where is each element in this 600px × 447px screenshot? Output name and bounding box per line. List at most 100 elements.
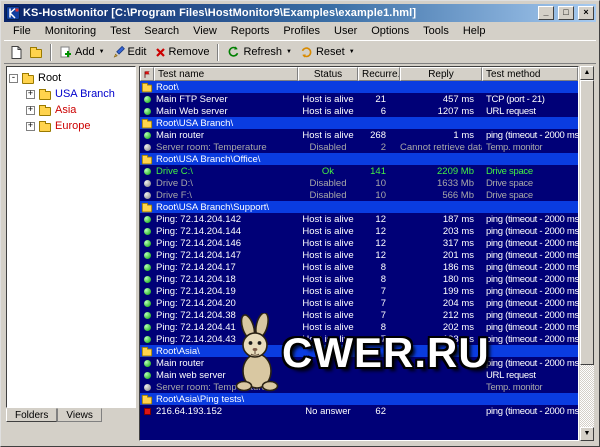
expand-icon[interactable]: + xyxy=(26,90,35,99)
add-button[interactable]: Add ▼ xyxy=(56,44,109,60)
recurrences-value: 7 xyxy=(358,334,400,345)
status-text: Host is alive xyxy=(298,298,358,309)
menu-item-tools[interactable]: Tools xyxy=(416,23,456,39)
new-file-button[interactable] xyxy=(7,44,26,61)
scrollbar-down-button[interactable]: ▼ xyxy=(580,427,594,441)
table-row[interactable]: Server room: TemperatureDisabled2Cannot … xyxy=(140,141,578,153)
add-dropdown-icon[interactable]: ▼ xyxy=(99,49,105,55)
edit-pencil-icon xyxy=(113,46,125,58)
tree-item-asia[interactable]: +Asia xyxy=(9,102,133,118)
refresh-button[interactable]: Refresh ▼ xyxy=(223,44,295,60)
table-row[interactable]: Main Web serverHost is alive61207 msURL … xyxy=(140,105,578,117)
expand-icon[interactable]: + xyxy=(26,106,35,115)
collapse-icon[interactable]: - xyxy=(9,74,18,83)
reset-dropdown-icon[interactable]: ▼ xyxy=(349,49,355,55)
column-header-test-name[interactable]: Test name xyxy=(154,67,298,81)
status-icon xyxy=(140,216,154,223)
tree-item-europe[interactable]: +Europe xyxy=(9,118,133,134)
table-row[interactable]: Drive C:\Ok1412209 MbDrive space xyxy=(140,165,578,177)
menu-item-profiles[interactable]: Profiles xyxy=(276,23,327,39)
edit-button[interactable]: Edit xyxy=(109,44,151,60)
table-row[interactable]: 216.64.193.152No answer62ping (timeout -… xyxy=(140,405,578,417)
menu-item-help[interactable]: Help xyxy=(456,23,493,39)
folder-row[interactable]: Root\ xyxy=(140,81,578,93)
menu-item-monitoring[interactable]: Monitoring xyxy=(38,23,103,39)
folder-row[interactable]: Root\Asia\Ping tests\ xyxy=(140,393,578,405)
table-row[interactable]: Server room: TemperatureTemp. monitor xyxy=(140,381,578,393)
folder-row[interactable]: Root\USA Branch\Support\ xyxy=(140,201,578,213)
folder-icon xyxy=(142,204,152,212)
test-method: Temp. monitor xyxy=(482,142,578,153)
refresh-dropdown-icon[interactable]: ▼ xyxy=(286,49,292,55)
table-row[interactable]: Ping: 72.14.204.142Host is alive12187 ms… xyxy=(140,213,578,225)
table-row[interactable]: Main FTP ServerHost is alive21457 msTCP … xyxy=(140,93,578,105)
table-row[interactable]: Ping: 72.14.204.146Host is alive12317 ms… xyxy=(140,237,578,249)
status-icon xyxy=(140,288,154,295)
flag-column-header[interactable] xyxy=(140,67,154,81)
table-row[interactable]: Ping: 72.14.204.43Host is alive7193 mspi… xyxy=(140,333,578,345)
status-text: Host is alive xyxy=(298,334,358,345)
remove-button[interactable]: Remove xyxy=(151,44,214,60)
table-row[interactable]: Ping: 72.14.204.19Host is alive7199 mspi… xyxy=(140,285,578,297)
tree-item-label: USA Branch xyxy=(55,88,115,100)
test-name: Ping: 72.14.204.43 xyxy=(154,334,298,345)
test-method: ping (timeout - 2000 ms) xyxy=(482,130,578,141)
menu-item-options[interactable]: Options xyxy=(364,23,416,39)
new-file-icon xyxy=(11,46,22,59)
window-title: KS-HostMonitor [C:\Program Files\HostMon… xyxy=(23,7,534,19)
folder-tree: -Root+USA Branch+Asia+Europe xyxy=(6,66,136,408)
table-row[interactable]: Main routerping (timeout - 2000 ms) xyxy=(140,357,578,369)
table-row[interactable]: Ping: 72.14.204.20Host is alive7204 mspi… xyxy=(140,297,578,309)
open-file-button[interactable] xyxy=(26,45,46,60)
table-row[interactable]: Drive D:\Disabled101633 MbDrive space xyxy=(140,177,578,189)
reply-value: Cannot retrieve data f... xyxy=(400,142,482,153)
tree-item-root[interactable]: - Root xyxy=(9,70,133,86)
menu-item-file[interactable]: File xyxy=(6,23,38,39)
test-method: URL request xyxy=(482,370,578,381)
remove-button-label: Remove xyxy=(169,46,210,58)
test-name: 216.64.193.152 xyxy=(154,406,298,417)
edit-button-label: Edit xyxy=(128,46,147,58)
column-header-recurrences[interactable]: Recurre... xyxy=(358,67,400,81)
table-row[interactable]: Ping: 72.14.204.147Host is alive12201 ms… xyxy=(140,249,578,261)
scrollbar-track[interactable] xyxy=(580,80,594,427)
folder-row-icon-cell xyxy=(140,82,154,93)
column-header-status[interactable]: Status xyxy=(298,67,358,81)
table-row[interactable]: Ping: 72.14.204.41Host is alive8202 mspi… xyxy=(140,321,578,333)
table-row[interactable]: Main routerHost is alive2681 msping (tim… xyxy=(140,129,578,141)
test-method: TCP (port - 21) xyxy=(482,94,578,105)
reset-button[interactable]: Reset ▼ xyxy=(296,44,359,60)
close-button[interactable]: × xyxy=(578,6,594,20)
scrollbar-thumb[interactable] xyxy=(580,80,594,365)
test-name: Ping: 72.14.204.38 xyxy=(154,310,298,321)
maximize-button[interactable]: □ xyxy=(558,6,574,20)
folder-row[interactable]: Root\Asia\ xyxy=(140,345,578,357)
recurrences-value: 141 xyxy=(358,166,400,177)
menu-item-view[interactable]: View xyxy=(186,23,224,39)
tab-folders[interactable]: Folders xyxy=(6,408,57,422)
menu-item-test[interactable]: Test xyxy=(103,23,137,39)
folder-path: Root\Asia\ xyxy=(154,346,578,357)
menu-item-search[interactable]: Search xyxy=(137,23,186,39)
folder-row[interactable]: Root\USA Branch\Office\ xyxy=(140,153,578,165)
table-row[interactable]: Ping: 72.14.204.38Host is alive7212 mspi… xyxy=(140,309,578,321)
tree-item-label: Root xyxy=(38,72,61,84)
table-row[interactable]: Main web serverURL request xyxy=(140,369,578,381)
test-method: ping (timeout - 2000 ms) xyxy=(482,286,578,297)
table-row[interactable]: Ping: 72.14.204.144Host is alive12203 ms… xyxy=(140,225,578,237)
tree-item-usa-branch[interactable]: + USA Branch xyxy=(9,86,133,102)
test-name: Main FTP Server xyxy=(154,94,298,105)
expand-icon[interactable]: + xyxy=(26,122,35,131)
column-header-test-method[interactable]: Test method xyxy=(482,67,578,81)
scrollbar-up-button[interactable]: ▲ xyxy=(580,66,594,80)
table-row[interactable]: Ping: 72.14.204.17Host is alive8186 mspi… xyxy=(140,261,578,273)
table-row[interactable]: Drive F:\Disabled10566 MbDrive space xyxy=(140,189,578,201)
folder-row[interactable]: Root\USA Branch\ xyxy=(140,117,578,129)
minimize-button[interactable]: _ xyxy=(538,6,554,20)
menu-item-reports[interactable]: Reports xyxy=(224,23,277,39)
menu-item-user[interactable]: User xyxy=(327,23,364,39)
tab-views[interactable]: Views xyxy=(57,408,102,422)
status-icon xyxy=(140,180,154,187)
table-row[interactable]: Ping: 72.14.204.18Host is alive8180 mspi… xyxy=(140,273,578,285)
column-header-reply[interactable]: Reply xyxy=(400,67,482,81)
